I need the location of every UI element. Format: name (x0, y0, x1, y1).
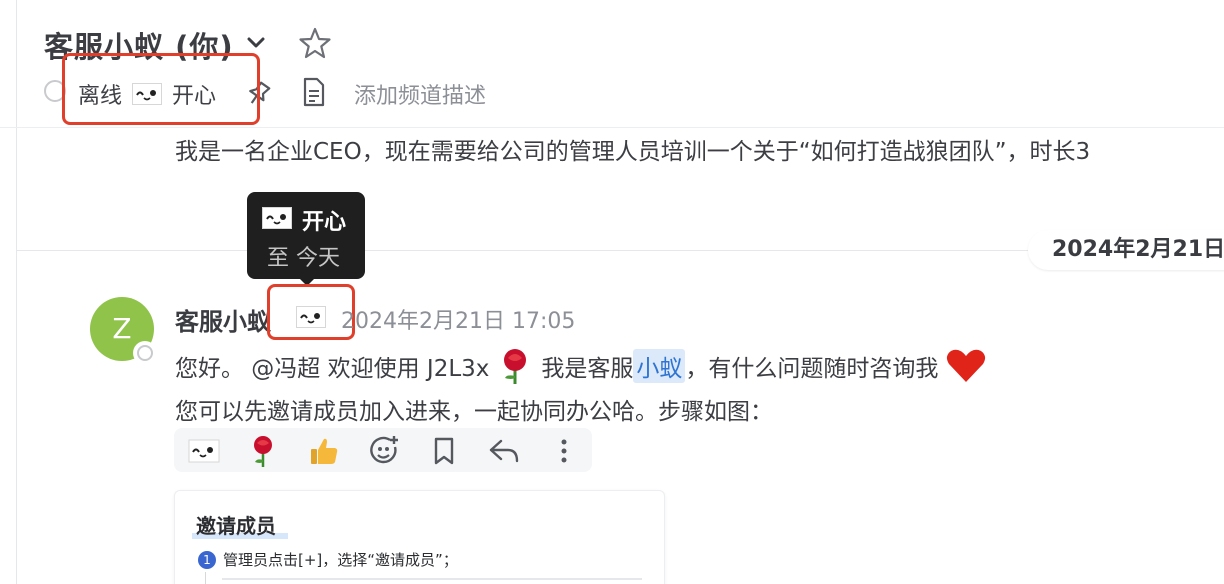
more-options-icon[interactable] (547, 434, 581, 468)
rose-icon (504, 349, 527, 384)
message-line-1: 您好。 @冯超 欢迎使用 J2L3x 我是客服 小蚁 ，有什么问题随时咨询我 (175, 346, 988, 386)
rose-reaction-icon[interactable] (246, 434, 280, 468)
previous-message-text: 我是一名企业CEO，现在需要给公司的管理人员培训一个关于“如何打造战狼团队”，时… (175, 139, 1091, 165)
header-divider (0, 127, 1224, 128)
happy-face-reaction-icon[interactable] (187, 434, 221, 468)
chevron-down-icon[interactable] (244, 33, 268, 53)
tooltip-status-text: 开心 (302, 210, 347, 235)
thumbs-up-icon[interactable] (307, 434, 341, 468)
step-connector (205, 572, 206, 584)
heart-icon (947, 349, 986, 382)
step-number-badge: 1 (198, 551, 216, 569)
avatar-presence-indicator (137, 345, 153, 361)
message-greeting: 您好。 @冯超 欢迎使用 J2L3x (175, 356, 490, 382)
image-title: 邀请成员 (196, 514, 276, 538)
date-divider-label: 2024年2月21日 (1028, 230, 1224, 270)
add-reaction-icon[interactable] (367, 434, 401, 468)
name-highlight[interactable]: 小蚁 (633, 349, 686, 383)
sender-name[interactable]: 客服小蚁 (175, 302, 271, 337)
message-offer: ，有什么问题随时咨询我 (685, 356, 939, 382)
date-divider-line (16, 250, 1028, 251)
reply-icon[interactable] (487, 434, 521, 468)
star-icon[interactable] (298, 26, 332, 60)
left-divider (16, 0, 17, 584)
tooltip-until-text: 至 今天 (267, 246, 340, 271)
message-line-2: 您可以先邀请成员加入进来，一起协同办公哈。步骤如图： (175, 399, 773, 425)
happy-face-icon (262, 207, 292, 229)
add-description-link[interactable]: 添加频道描述 (354, 78, 486, 110)
step-text: 管理员点击[+]，选择“邀请成员”； (223, 551, 458, 569)
document-icon[interactable] (300, 76, 328, 108)
image-content-line (222, 578, 642, 580)
message-timestamp: 2024年2月21日 17:05 (341, 309, 576, 334)
bookmark-icon[interactable] (427, 434, 461, 468)
message-intro: 我是客服 (541, 356, 634, 382)
highlight-box-status (62, 53, 260, 125)
